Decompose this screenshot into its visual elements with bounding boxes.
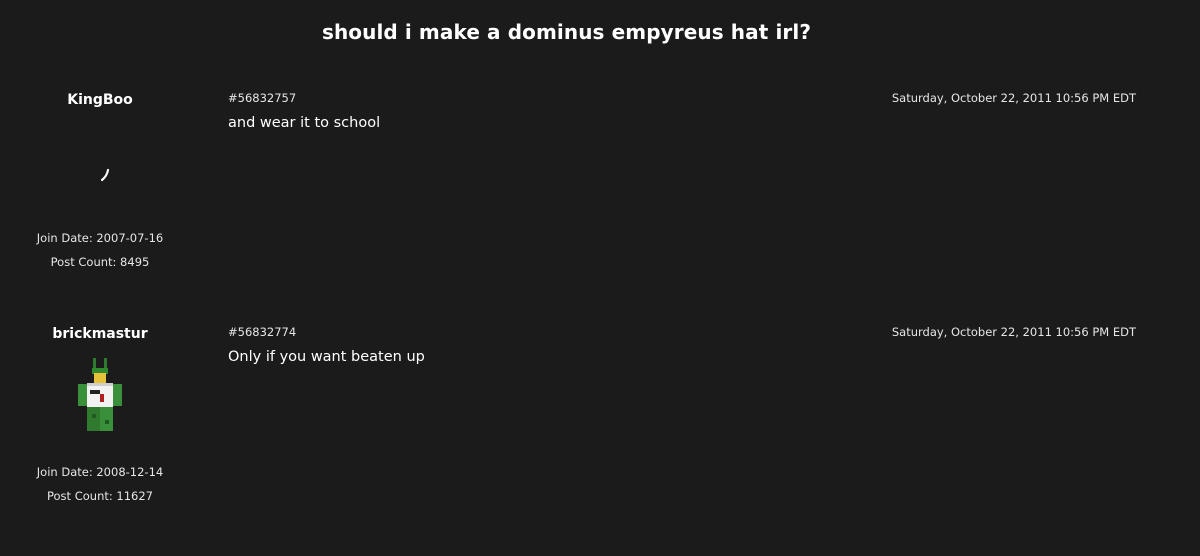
post-body: and wear it to school (228, 115, 381, 131)
thread-title: should i make a dominus empyreus hat irl… (321, 20, 812, 44)
post-date: Saturday, October 22, 2011 10:56 PM EDT (891, 91, 1136, 105)
author-username[interactable]: KingBoo (0, 92, 200, 108)
character-avatar-icon[interactable] (70, 354, 130, 444)
post-id[interactable]: #56832774 (228, 325, 296, 339)
author-panel: brickmastur Join Date: 2008-12-14 Post C… (0, 322, 200, 556)
author-username[interactable]: brickmastur (0, 326, 200, 342)
post-body: Only if you want beaten up (228, 349, 425, 365)
forum-post: KingBoo Join Date: 2007-07-16 Post Count… (0, 88, 1200, 322)
author-join-date: Join Date: 2008-12-14 (36, 465, 164, 479)
post-date: Saturday, October 22, 2011 10:56 PM EDT (891, 325, 1136, 339)
author-panel: KingBoo Join Date: 2007-07-16 Post Count… (0, 88, 200, 322)
broken-avatar-icon[interactable] (70, 120, 130, 210)
author-join-date: Join Date: 2007-07-16 (36, 231, 164, 245)
forum-post: brickmastur Join Date: 2008-12-14 Post C… (0, 322, 1200, 556)
author-post-count: Post Count: 8495 (50, 255, 150, 269)
post-id[interactable]: #56832757 (228, 91, 296, 105)
author-post-count: Post Count: 11627 (47, 489, 153, 503)
